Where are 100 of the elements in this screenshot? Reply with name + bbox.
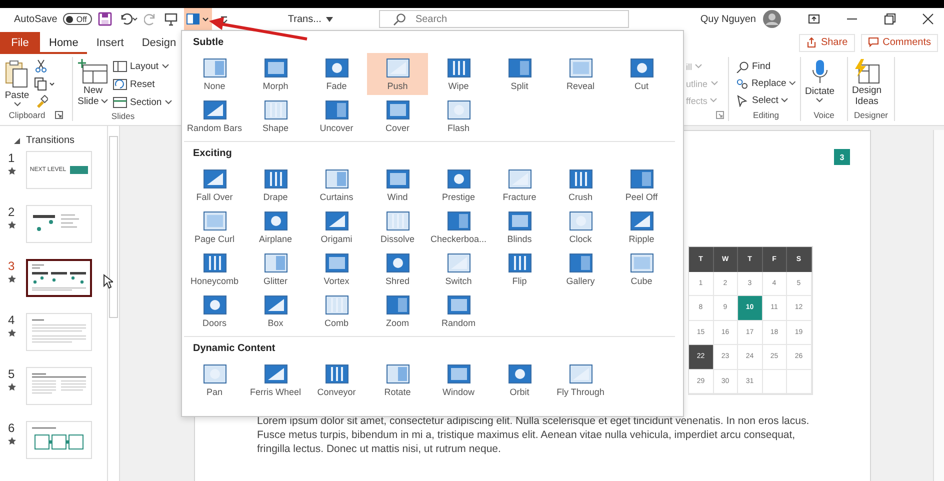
- transition-option[interactable]: Ferris Wheel: [245, 359, 306, 401]
- replace-button[interactable]: Replace: [736, 76, 796, 91]
- transition-icon: [446, 168, 470, 188]
- autosave-toggle[interactable]: Off: [63, 13, 92, 25]
- transition-option[interactable]: Random Bars: [184, 95, 245, 137]
- ribbon-tab[interactable]: Design: [132, 32, 186, 54]
- find-button[interactable]: Find: [736, 59, 796, 74]
- ribbon-tab[interactable]: Home: [40, 32, 88, 54]
- transition-option[interactable]: Checkerboa...: [428, 206, 489, 248]
- close-icon[interactable]: [922, 13, 934, 25]
- paste-button[interactable]: Paste: [4, 57, 30, 109]
- transition-option[interactable]: Cube: [611, 248, 672, 290]
- transition-option[interactable]: Curtains: [306, 164, 367, 206]
- transition-option[interactable]: Conveyor: [306, 359, 367, 401]
- presentation-icon[interactable]: [164, 12, 178, 26]
- new-slide-icon: [77, 59, 109, 85]
- gallery-section-title: Subtle: [192, 36, 225, 50]
- scissors-icon[interactable]: [34, 59, 48, 73]
- comments-button[interactable]: Comments: [860, 34, 938, 52]
- transition-option[interactable]: Peel Off: [611, 164, 672, 206]
- transition-icon: [324, 294, 348, 314]
- transition-option[interactable]: Dissolve: [367, 206, 428, 248]
- scrollbar[interactable]: [107, 126, 119, 481]
- scrollbar-thumb[interactable]: [109, 136, 118, 318]
- ribbon-tab[interactable]: Insert: [87, 32, 133, 54]
- transition-option[interactable]: Fade: [306, 53, 367, 95]
- transition-option[interactable]: Prestige: [428, 164, 489, 206]
- star-icon: [8, 437, 16, 445]
- transition-option[interactable]: Switch: [428, 248, 489, 290]
- transition-option[interactable]: Split: [489, 53, 550, 95]
- transition-icon: [264, 252, 288, 272]
- replace-icon: [736, 78, 748, 90]
- save-icon[interactable]: [98, 12, 112, 26]
- transition-option[interactable]: Crush: [550, 164, 611, 206]
- body-text: Lorem ipsum dolor sit amet, consectetur adipiscing elit. Nulla scelerisque et eget tincidunt venenatis. In non eros lacus. Fusce metus turpis, bibendum in mi a, tristique maximus elit. Aenean vitae nulla vehicula, imperdiet arcu consequat, fringilla lectus. Donec ut mattis nisi, ut rutrum neque.: [257, 414, 810, 456]
- transition-option[interactable]: Fracture: [489, 164, 550, 206]
- share-icon: [806, 37, 817, 48]
- cursor-icon: [103, 274, 113, 289]
- transition-option[interactable]: Origami: [306, 206, 367, 248]
- transition-option[interactable]: Vortex: [306, 248, 367, 290]
- avatar-icon[interactable]: [762, 9, 782, 29]
- layout-button[interactable]: Layout: [113, 59, 172, 74]
- transition-option[interactable]: Shred: [367, 248, 428, 290]
- transition-option[interactable]: Shape: [245, 95, 306, 137]
- transition-option[interactable]: Wipe: [428, 53, 489, 95]
- transition-option[interactable]: Doors: [184, 290, 245, 332]
- transition-option[interactable]: Page Curl: [184, 206, 245, 248]
- transition-option[interactable]: Drape: [245, 164, 306, 206]
- collapse-icon[interactable]: [14, 138, 20, 144]
- transition-option[interactable]: Orbit: [489, 359, 550, 401]
- transitions-button[interactable]: [184, 8, 212, 30]
- dialog-launcher-icon[interactable]: [716, 111, 724, 119]
- transition-option[interactable]: Fly Through: [550, 359, 611, 401]
- transition-option[interactable]: Morph: [245, 53, 306, 95]
- transition-option[interactable]: Flash: [428, 95, 489, 137]
- select-button[interactable]: Select: [736, 93, 796, 108]
- microphone-icon: [812, 59, 828, 85]
- transition-option[interactable]: Uncover: [306, 95, 367, 137]
- transition-option[interactable]: Zoom: [367, 290, 428, 332]
- transition-option[interactable]: Airplane: [245, 206, 306, 248]
- ribbon-tab[interactable]: File: [0, 32, 40, 54]
- transition-option[interactable]: Random: [428, 290, 489, 332]
- scrollbar[interactable]: [933, 130, 944, 481]
- transition-option[interactable]: Clock: [550, 206, 611, 248]
- transition-option[interactable]: Fall Over: [184, 164, 245, 206]
- transition-option[interactable]: Rotate: [367, 359, 428, 401]
- transition-option[interactable]: Blinds: [489, 206, 550, 248]
- section-title[interactable]: Transitions: [26, 135, 75, 146]
- transition-option[interactable]: Pan: [184, 359, 245, 401]
- restore-icon[interactable]: [884, 13, 896, 25]
- transition-option[interactable]: Glitter: [245, 248, 306, 290]
- dialog-launcher-icon[interactable]: [55, 111, 64, 119]
- transition-option[interactable]: Cut: [611, 53, 672, 95]
- reset-button[interactable]: Reset: [113, 77, 172, 92]
- transition-option[interactable]: Flip: [489, 248, 550, 290]
- document-title[interactable]: Trans...: [288, 14, 334, 24]
- transition-option[interactable]: Cover: [367, 95, 428, 137]
- ribbon-display-icon[interactable]: [808, 13, 820, 25]
- transition-option[interactable]: Gallery: [550, 248, 611, 290]
- transition-option[interactable]: None: [184, 53, 245, 95]
- section-button[interactable]: Section: [113, 95, 172, 110]
- transition-option[interactable]: Reveal: [550, 53, 611, 95]
- transition-option[interactable]: Comb: [306, 290, 367, 332]
- new-slide-button[interactable]: New Slide: [77, 57, 109, 110]
- copy-icon[interactable]: [34, 77, 56, 91]
- search-field[interactable]: Search: [379, 10, 630, 28]
- transition-option[interactable]: Honeycomb: [184, 248, 245, 290]
- pointer-icon: [736, 94, 749, 106]
- transition-icon: [264, 364, 288, 384]
- comment-icon: [868, 37, 879, 48]
- design-ideas-button[interactable]: Design Ideas: [852, 57, 882, 109]
- share-button[interactable]: Share: [798, 34, 855, 52]
- transition-option[interactable]: Ripple: [611, 206, 672, 248]
- transition-option[interactable]: Wind: [367, 164, 428, 206]
- slide-thumbnail[interactable]: [26, 259, 92, 297]
- chevron-icon: [789, 81, 796, 86]
- transition-option[interactable]: Box: [245, 290, 306, 332]
- transition-option[interactable]: Window: [428, 359, 489, 401]
- dictate-button[interactable]: Dictate: [805, 57, 835, 109]
- transition-option[interactable]: Push: [367, 53, 428, 95]
